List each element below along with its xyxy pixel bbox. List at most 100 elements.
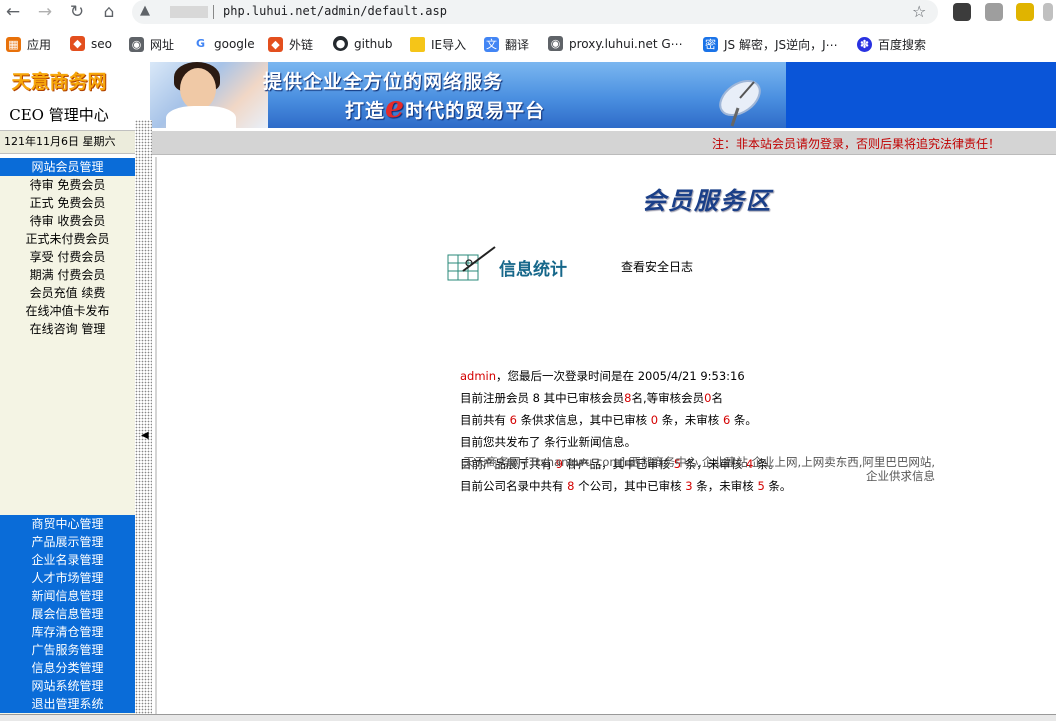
baidu-icon: ✽ [857,37,872,52]
sidebar-item-recharge[interactable]: 会员充值 续费 [0,284,135,302]
globe-icon: ◉ [129,37,144,52]
sidebar-item-card-publish[interactable]: 在线冲值卡发布 [0,302,135,320]
forward-arrow-icon[interactable]: → [34,1,56,23]
google-icon: G [193,36,208,51]
stat-text: 目前共有 [460,413,506,427]
sidebar-item-pending-paid[interactable]: 待审 收费会员 [0,212,135,230]
sidebar-item-products[interactable]: 产品展示管理 [0,533,135,551]
slogan-part: 时代的贸易平台 [405,100,546,122]
stat-text: 条，未审核 [661,413,720,427]
bookmark-label: 外链 [289,38,314,52]
bookmark-label: seo [91,36,112,51]
bookmark-label: 应用 [27,38,52,52]
extension-icon[interactable] [953,3,971,21]
sidebar-item-logout[interactable]: 退出管理系统 [0,695,135,713]
main-content: 会员服务区 信息统计 查看安全日志 admin，您最后一次登录时间是在 2005… [155,157,1056,721]
bookmark-seo[interactable]: ◆ seo [70,36,112,51]
stat-text: 名 [711,391,723,405]
sidebar-item-unpaid[interactable]: 正式未付费会员 [0,230,135,248]
bookmark-github[interactable]: ● github [333,36,392,51]
sidebar-item-pending-free[interactable]: 待审 免费会员 [0,176,135,194]
stat-value: 0 [650,413,659,427]
notice-bar: 注：非本站会员请勿登录，否则后果将追究法律责任！ [150,131,1056,155]
bookmark-google[interactable]: G google [193,36,255,51]
admin-name: admin [460,369,497,383]
sidebar-item-expo[interactable]: 展会信息管理 [0,605,135,623]
sidebar-item-free-members[interactable]: 正式 免费会员 [0,194,135,212]
bookmark-baidu[interactable]: ✽ 百度搜索 [857,36,926,53]
bookmark-ie-import[interactable]: IE导入 [410,36,466,53]
globe-icon: ◉ [548,36,563,51]
sidebar-item-trade-center[interactable]: 商贸中心管理 [0,515,135,533]
footer-text: 天天商务网-[Ttshangwu.com]-西部商务中心,企业建站,企业上网,上… [463,455,935,483]
members-stat-line: 目前注册会员 8 其中已审核会员8名,等审核会员0名 [460,390,723,406]
date-display: 121年11月6日 星期六 [0,130,135,154]
slogan-part: 打造 [345,100,386,122]
bookmark-label: IE导入 [431,38,467,52]
stat-value: 6 [722,413,731,427]
sidebar-item-system[interactable]: 网站系统管理 [0,677,135,695]
bookmark-translate[interactable]: 文 翻译 [484,36,529,53]
back-arrow-icon[interactable]: ← [2,1,24,23]
e-mark: e [385,90,406,125]
logo-title: 天意商务网 [11,71,107,93]
bookmark-urls[interactable]: ◉ 网址 [129,36,174,53]
bookmark-label: proxy.luhui.net G⋯ [569,36,683,51]
page-title: 会员服务区 [642,186,772,215]
stat-text: 其中已审核会员 [543,391,625,405]
bookmark-label: github [354,36,393,51]
site-logo: 天意商务网 CEO 管理中心 [0,62,135,128]
folder-icon [410,37,425,52]
statistics-title: 信息统计 [499,260,567,280]
bookmark-proxy[interactable]: ◉ proxy.luhui.net G⋯ [548,36,683,51]
shield-extension-icon[interactable] [985,3,1003,21]
bracket-icon: 密 [703,37,718,52]
home-icon[interactable]: ⌂ [98,1,120,23]
admin-page: 天意商务网 CEO 管理中心 提供企业全方位的网络服务 打造e时代的贸易平台 1… [0,60,1056,721]
bookmarks-bar: ▦ 应用 ◆ seo ◉ 网址 G google ◆ 外链 ● github I… [0,30,1056,58]
frame-divider[interactable] [135,120,152,721]
bookmark-links[interactable]: ◆ 外链 [268,36,313,53]
bookmark-label: google [214,36,255,51]
sidebar-management-menu: 商贸中心管理 产品展示管理 企业名录管理 人才市场管理 新闻信息管理 展会信息管… [0,515,135,713]
extension-icon[interactable] [1043,3,1053,21]
apps-grid-icon: ▦ [6,37,21,52]
banner-slogan: 打造e时代的贸易平台 [345,93,546,123]
sidebar-item-news[interactable]: 新闻信息管理 [0,587,135,605]
bookmark-label: 翻译 [505,38,530,52]
address-separator [213,5,214,19]
warning-icon[interactable]: ▲ [140,3,150,18]
banner: 提供企业全方位的网络服务 打造e时代的贸易平台 [150,62,1056,128]
security-log-link[interactable]: 查看安全日志 [621,258,693,275]
horizontal-scrollbar[interactable] [0,714,1056,721]
supply-stat-line: 目前共有 6 条供求信息，其中已审核 0 条，未审核 6 条。 [460,412,757,428]
translate-icon: 文 [484,37,499,52]
collapse-left-icon[interactable]: ◀ [141,430,149,441]
bookmark-star-icon[interactable]: ☆ [912,2,926,21]
sidebar-header-members[interactable]: 网站会员管理 [0,158,135,176]
sidebar-item-clearance[interactable]: 库存清仓管理 [0,623,135,641]
sidebar-item-categories[interactable]: 信息分类管理 [0,659,135,677]
bookmark-label: 百度搜索 [878,38,927,52]
login-time: 2005/4/21 9:53:16 [637,369,745,383]
banner-photo [150,62,268,128]
last-login-line: admin，您最后一次登录时间是在 2005/4/21 9:53:16 [460,368,745,384]
bookmark-js-decrypt[interactable]: 密 JS 解密，JS逆向，J⋯ [703,36,838,53]
sidebar-item-paid-members[interactable]: 享受 付费会员 [0,248,135,266]
sidebar-item-consult[interactable]: 在线咨询 管理 [0,320,135,338]
extension-icon[interactable] [1016,3,1034,21]
bookmark-apps[interactable]: ▦ 应用 [6,36,51,53]
banner-shirt [166,106,236,128]
sidebar: 网站会员管理 待审 免费会员 正式 免费会员 待审 收费会员 正式未付费会员 享… [0,158,135,721]
satellite-dish-icon [719,79,761,127]
reload-icon[interactable]: ↻ [66,1,88,23]
sidebar-item-ads[interactable]: 广告服务管理 [0,641,135,659]
browser-toolbar: ← → ↻ ⌂ ▲ php.luhui.net/admin/default.as… [0,0,1056,26]
url-text[interactable]: php.luhui.net/admin/default.asp [223,4,447,18]
sidebar-item-directory[interactable]: 企业名录管理 [0,551,135,569]
sidebar-item-talent[interactable]: 人才市场管理 [0,569,135,587]
statistics-icon [447,246,496,281]
login-text: ，您最后一次登录时间是在 [496,369,635,383]
legal-notice: 注：非本站会员请勿登录，否则后果将追究法律责任！ [711,137,1000,151]
sidebar-item-expired[interactable]: 期满 付费会员 [0,266,135,284]
